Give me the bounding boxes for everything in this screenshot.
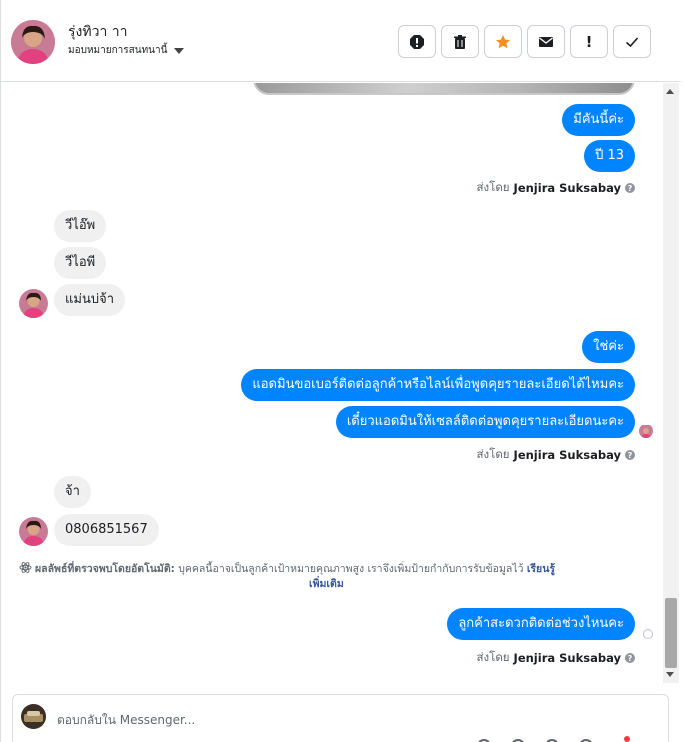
sent-by-label: ส่งโดย Jenjira Suksabay ? — [477, 179, 635, 197]
learn-more-link-continued[interactable]: เพิ่มเติม — [19, 577, 639, 592]
sender-name: Jenjira Suksabay — [513, 448, 621, 462]
follow-up-button[interactable]: ! — [570, 25, 608, 58]
sent-by-prefix: ส่งโดย — [476, 650, 510, 664]
sender-name: Jenjira Suksabay — [513, 181, 621, 195]
delete-button[interactable] — [441, 25, 479, 58]
sent-by-prefix: ส่งโดย — [476, 447, 510, 461]
mark-unread-button[interactable] — [527, 25, 565, 58]
shared-image-attachment[interactable] — [253, 83, 635, 95]
incoming-message[interactable]: วีไอ๊พ — [54, 210, 107, 242]
outgoing-message[interactable]: เดี๋ยวแอดมินให้เซลล์ติดต่อพูดคุยรายละเอี… — [335, 406, 635, 438]
conversation-pane: รุ่งทิวา าา มอบหมายการสนทนานี้ ! มีคันนี… — [0, 0, 685, 742]
conversation-header: รุ่งทิวา าา มอบหมายการสนทนานี้ ! — [1, 0, 681, 82]
learn-more-link[interactable]: เรียนรู้ — [527, 563, 555, 575]
message-thread[interactable]: มีคันนี้ค่ะ ปี 13 ส่งโดย Jenjira Suksaba… — [1, 83, 663, 683]
reply-composer[interactable]: ตอบกลับใน Messenger... — [12, 694, 669, 742]
contact-avatar-small — [19, 289, 48, 318]
star-icon — [496, 34, 510, 48]
help-icon[interactable]: ? — [625, 450, 635, 460]
mark-done-button[interactable] — [613, 25, 651, 58]
sender-name: Jenjira Suksabay — [513, 651, 621, 665]
sent-by-label: ส่งโดย Jenjira Suksabay ? — [477, 649, 635, 667]
header-action-toolbar: ! — [398, 25, 651, 58]
scroll-up-arrow[interactable] — [666, 89, 674, 94]
auto-notice-body: บุคคลนี้อาจเป็นลูกค้าเป้าหมายคุณภาพสูง เ… — [174, 563, 527, 575]
outgoing-message[interactable]: มีคันนี้ค่ะ — [562, 104, 635, 136]
scrollbar-thumb[interactable] — [665, 598, 677, 668]
sent-by-prefix: ส่งโดย — [476, 180, 510, 194]
scroll-down-arrow[interactable] — [666, 672, 674, 677]
mark-spam-button[interactable] — [398, 25, 436, 58]
incoming-message[interactable]: วีไอพี — [54, 247, 107, 279]
atom-icon — [19, 562, 32, 573]
spam-icon — [410, 34, 424, 49]
envelope-icon — [539, 36, 553, 47]
contact-avatar[interactable] — [11, 20, 55, 64]
seen-avatar — [639, 424, 653, 438]
help-icon[interactable]: ? — [625, 653, 635, 663]
exclamation-icon: ! — [585, 32, 593, 51]
sent-status-icon — [643, 629, 653, 639]
incoming-message[interactable]: 0806851567 — [54, 514, 159, 546]
outgoing-message[interactable]: ใช่ค่ะ — [582, 331, 635, 363]
star-button[interactable] — [484, 25, 522, 58]
sent-by-label: ส่งโดย Jenjira Suksabay ? — [477, 446, 635, 464]
help-icon[interactable]: ? — [625, 183, 635, 193]
notification-dot — [624, 736, 630, 742]
contact-avatar-small — [19, 517, 48, 546]
contact-name[interactable]: รุ่งทิวา าา — [68, 21, 127, 43]
assign-conversation-dropdown[interactable]: มอบหมายการสนทนานี้ — [68, 43, 185, 58]
auto-notice-title: ผลลัพธ์ที่ตรวจพบโดยอัตโนมัติ: — [35, 563, 175, 575]
auto-detected-notice: ผลลัพธ์ที่ตรวจพบโดยอัตโนมัติ: บุคคลนี้อา… — [19, 561, 639, 592]
page-avatar — [21, 704, 46, 729]
outgoing-message[interactable]: แอดมินขอเบอร์ติดต่อลูกค้าหรือไลน์เพื่อพู… — [241, 369, 635, 401]
outgoing-message[interactable]: ลูกค้าสะดวกติดต่อช่วงไหนคะ — [447, 608, 635, 640]
caret-down-icon — [174, 47, 185, 54]
incoming-message[interactable]: แม่นบ่จ้า — [54, 284, 126, 316]
incoming-message[interactable]: จ้า — [54, 476, 91, 508]
trash-icon — [454, 34, 466, 49]
outgoing-message[interactable]: ปี 13 — [584, 140, 635, 172]
reply-input-placeholder[interactable]: ตอบกลับใน Messenger... — [57, 711, 195, 730]
assign-label: มอบหมายการสนทนานี้ — [68, 45, 168, 56]
scrollbar-track[interactable] — [663, 83, 679, 683]
checkmark-icon — [625, 36, 639, 47]
